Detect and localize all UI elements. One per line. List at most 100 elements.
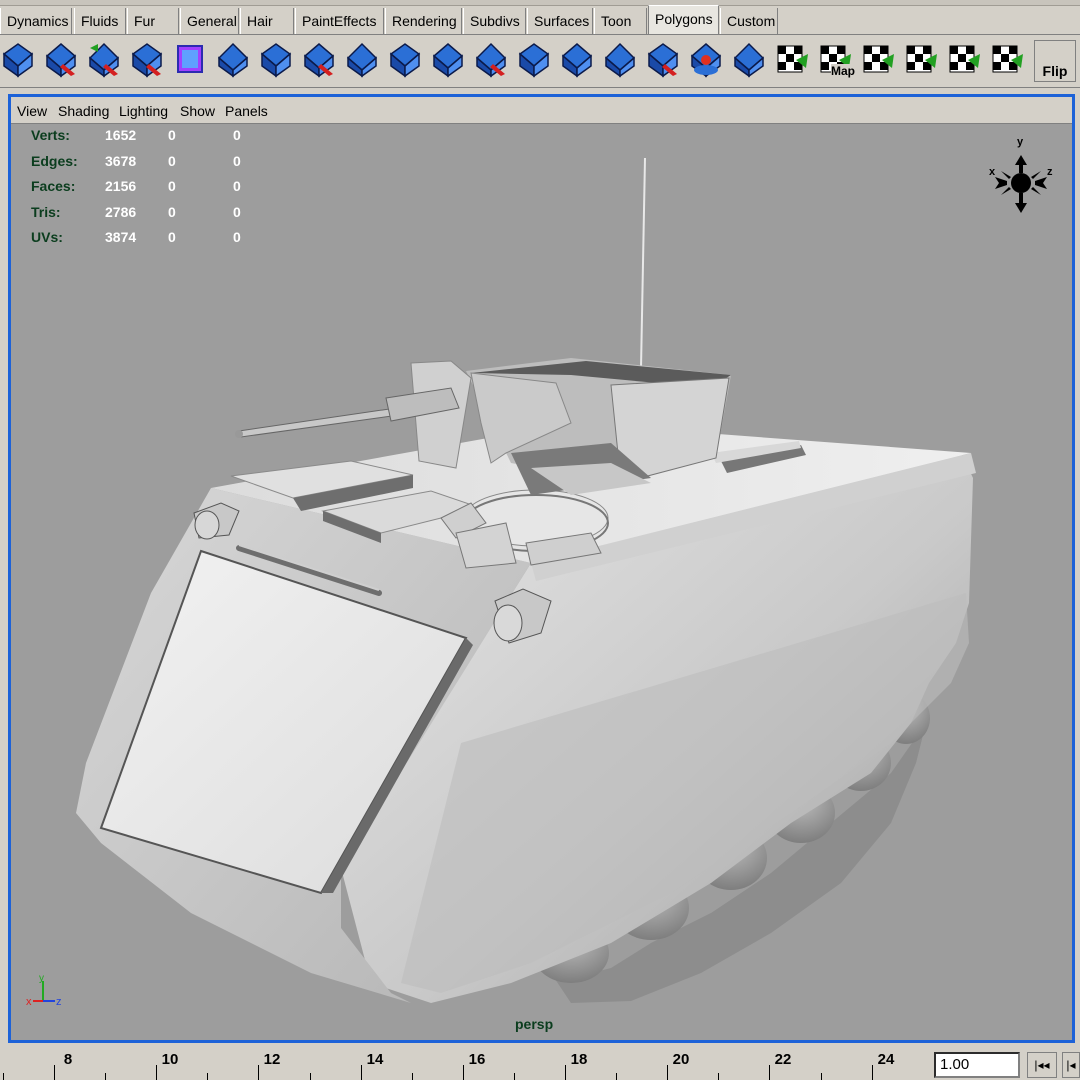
tab-painteffects[interactable]: PaintEffects bbox=[295, 8, 384, 34]
texture-editor-icon[interactable] bbox=[946, 40, 982, 80]
hud-value: 0 bbox=[233, 229, 241, 245]
append-icon[interactable] bbox=[473, 40, 509, 80]
timeline-label: 14 bbox=[366, 1051, 384, 1068]
timeline-label: 24 bbox=[877, 1051, 895, 1068]
smooth-icon[interactable] bbox=[215, 40, 251, 80]
extract-icon[interactable] bbox=[129, 40, 165, 80]
wedge-icon[interactable] bbox=[516, 40, 552, 80]
timeline-label: 10 bbox=[161, 1051, 179, 1068]
menu-show[interactable]: Show bbox=[180, 97, 215, 123]
hud-value: 0 bbox=[233, 203, 241, 220]
hud-value: 2786 bbox=[105, 203, 137, 220]
merge-vertices-icon[interactable] bbox=[602, 40, 638, 80]
hud-value: 0 bbox=[168, 178, 176, 194]
hud-row-tris: Tris: 2786 0 0 bbox=[31, 204, 291, 224]
compass-y-label: y bbox=[1017, 136, 1024, 148]
merge-edges-icon[interactable] bbox=[559, 40, 595, 80]
tab-custom[interactable]: Custom bbox=[720, 8, 778, 34]
timeline-label: 22 bbox=[774, 1051, 792, 1068]
hud-label: Verts: bbox=[31, 127, 70, 143]
timeline-tick bbox=[514, 1073, 515, 1080]
tab-fur[interactable]: Fur bbox=[127, 8, 179, 34]
perspective-viewport[interactable]: View Shading Lighting Show Panels Verts:… bbox=[8, 94, 1075, 1043]
tab-subdivs[interactable]: Subdivs bbox=[463, 8, 526, 34]
hud-value: 3678 bbox=[105, 152, 137, 169]
extrude-edge-icon[interactable] bbox=[344, 40, 380, 80]
hud-row-edges: Edges: 3678 0 0 bbox=[31, 153, 291, 173]
scene-render bbox=[76, 157, 976, 1003]
tab-general[interactable]: General bbox=[180, 8, 239, 34]
hud-value: 2156 bbox=[105, 178, 137, 194]
flip-button[interactable]: Flip bbox=[1034, 40, 1076, 82]
hud-value: 0 bbox=[168, 229, 176, 245]
tab-rendering[interactable]: Rendering bbox=[385, 8, 462, 34]
hud-label: Edges: bbox=[31, 152, 78, 169]
tab-hair[interactable]: Hair bbox=[240, 8, 294, 34]
timeline-label: 18 bbox=[570, 1051, 588, 1068]
tab-toon[interactable]: Toon bbox=[594, 8, 647, 34]
menu-lighting[interactable]: Lighting bbox=[119, 97, 168, 123]
extrude-face-icon[interactable] bbox=[301, 40, 337, 80]
menu-shading[interactable]: Shading bbox=[58, 97, 109, 123]
hud-value: 0 bbox=[168, 203, 176, 220]
timeline-tick bbox=[105, 1073, 106, 1080]
polygons-shelf: Map Flip bbox=[0, 34, 1080, 88]
automatic-map-icon[interactable] bbox=[903, 40, 939, 80]
compass-x-label: x bbox=[989, 166, 996, 178]
timeline-tick bbox=[616, 1073, 617, 1080]
triad-z-label: z bbox=[56, 996, 62, 1008]
hud-row-faces: Faces: 2156 0 0 bbox=[31, 178, 291, 198]
time-slider[interactable]: 8 10 12 14 16 18 20 22 24 bbox=[0, 1043, 930, 1080]
hud-value: 0 bbox=[233, 127, 241, 143]
hud-value: 1652 bbox=[105, 127, 137, 143]
tab-fluids[interactable]: Fluids bbox=[74, 8, 126, 34]
menu-panels[interactable]: Panels bbox=[225, 97, 268, 123]
menu-strip bbox=[0, 0, 1080, 6]
collapse-icon[interactable] bbox=[645, 40, 681, 80]
uv-snapshot-icon[interactable] bbox=[989, 40, 1025, 80]
duplicate-face-icon[interactable] bbox=[731, 40, 767, 80]
timeline-tick bbox=[3, 1073, 4, 1080]
timeline-label: 20 bbox=[672, 1051, 690, 1068]
timeline-tick bbox=[821, 1073, 822, 1080]
hud-label: Tris: bbox=[31, 203, 61, 220]
timeline-tick bbox=[310, 1073, 311, 1080]
poke-icon[interactable] bbox=[688, 40, 724, 80]
hud-row-uvs: UVs: 3874 0 0 bbox=[31, 229, 291, 249]
bridge-icon[interactable] bbox=[430, 40, 466, 80]
menu-view[interactable]: View bbox=[17, 97, 47, 123]
hud-row-verts: Verts: 1652 0 0 bbox=[31, 127, 291, 147]
hud-value: 0 bbox=[168, 152, 176, 169]
split-polygon-icon[interactable] bbox=[258, 40, 294, 80]
view-compass[interactable]: y x z bbox=[983, 133, 1059, 223]
step-back-button[interactable]: |◂ bbox=[1062, 1052, 1080, 1078]
timeline-tick bbox=[412, 1073, 413, 1080]
triad-x-label: x bbox=[26, 996, 32, 1008]
axis-triad: y x z bbox=[26, 973, 62, 1008]
tab-surfaces[interactable]: Surfaces bbox=[527, 8, 593, 34]
go-to-start-button[interactable]: |◂◂ bbox=[1027, 1052, 1057, 1078]
compass-z-label: z bbox=[1047, 166, 1053, 178]
spherical-map-icon[interactable] bbox=[860, 40, 896, 80]
camera-label: persp bbox=[515, 1016, 554, 1032]
hud-value: 0 bbox=[233, 178, 241, 194]
sphere-select-icon[interactable] bbox=[0, 40, 36, 80]
separate-icon[interactable] bbox=[86, 40, 122, 80]
cylindrical-map-icon[interactable]: Map bbox=[817, 40, 855, 80]
current-time-field[interactable]: 1.00 bbox=[934, 1052, 1020, 1078]
planar-map-icon[interactable] bbox=[774, 40, 810, 80]
cube-bounding-icon[interactable] bbox=[172, 40, 208, 80]
timeline-tick bbox=[718, 1073, 719, 1080]
tab-polygons[interactable]: Polygons bbox=[648, 5, 719, 34]
bevel-icon[interactable] bbox=[387, 40, 423, 80]
hud-label: UVs: bbox=[31, 229, 63, 245]
timeline-tick bbox=[207, 1073, 208, 1080]
map-label: Map bbox=[831, 64, 855, 78]
combine-icon[interactable] bbox=[43, 40, 79, 80]
hud-value: 3874 bbox=[105, 229, 137, 245]
triad-y-label: y bbox=[39, 973, 44, 984]
tab-dynamics[interactable]: Dynamics bbox=[0, 8, 72, 34]
hud-label: Faces: bbox=[31, 178, 76, 194]
panel-menu-bar: View Shading Lighting Show Panels bbox=[11, 97, 1072, 124]
timeline-label: 12 bbox=[263, 1051, 281, 1068]
